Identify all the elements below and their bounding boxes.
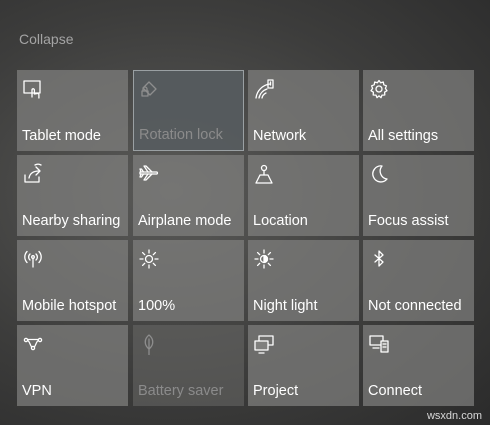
tile-mobile-hotspot[interactable]: Mobile hotspot [17, 240, 128, 321]
collapse-link[interactable]: Collapse [19, 31, 73, 47]
tile-label: Location [253, 213, 308, 229]
tile-label: Not connected [368, 298, 462, 314]
tile-label: Mobile hotspot [22, 298, 117, 314]
airplane-icon [138, 163, 160, 185]
battery-saver-icon [138, 333, 160, 356]
nearby-sharing-icon [22, 163, 44, 185]
tile-all-settings[interactable]: All settings [363, 70, 474, 151]
tile-label: VPN [22, 383, 52, 399]
tile-label: Battery saver [138, 383, 224, 399]
tile-network[interactable]: Network [248, 70, 359, 151]
project-icon [253, 333, 275, 355]
tile-label: Network [253, 128, 307, 144]
location-icon [253, 163, 275, 185]
brightness-icon [138, 248, 160, 270]
tile-tablet-mode[interactable]: Tablet mode [17, 70, 128, 151]
moon-icon [368, 163, 390, 185]
tile-brightness[interactable]: 100% [133, 240, 244, 321]
tile-rotation-lock[interactable]: Rotation lock [133, 70, 244, 151]
tile-label: Project [253, 383, 299, 399]
tile-airplane-mode[interactable]: Airplane mode [133, 155, 244, 236]
tile-label: Focus assist [368, 213, 449, 229]
hotspot-icon [22, 248, 44, 270]
network-icon [253, 78, 275, 100]
quick-actions-grid: Tablet mode Rotation lock Network All se… [17, 70, 474, 420]
tile-connect[interactable]: Connect [363, 325, 474, 406]
tablet-mode-icon [22, 78, 44, 100]
tile-label: Tablet mode [22, 128, 101, 144]
tile-label: 100% [138, 298, 176, 314]
tile-label: Airplane mode [138, 213, 232, 229]
tile-vpn[interactable]: VPN [17, 325, 128, 406]
tile-nearby-sharing[interactable]: Nearby sharing [17, 155, 128, 236]
watermark: wsxdn.com [426, 410, 482, 422]
tile-project[interactable]: Project [248, 325, 359, 406]
tile-label: Rotation lock [139, 127, 223, 143]
tile-night-light[interactable]: Night light [248, 240, 359, 321]
tile-label: Nearby sharing [22, 213, 121, 229]
tile-label: Connect [368, 383, 423, 399]
bluetooth-icon [368, 248, 390, 270]
connect-icon [368, 333, 390, 355]
rotation-lock-icon [139, 79, 161, 101]
tile-label: All settings [368, 128, 439, 144]
tile-battery-saver[interactable]: Battery saver [133, 325, 244, 406]
tile-bluetooth[interactable]: Not connected [363, 240, 474, 321]
vpn-icon [22, 333, 44, 355]
tile-location[interactable]: Location [248, 155, 359, 236]
tile-label: Night light [253, 298, 318, 314]
gear-icon [368, 78, 390, 100]
tile-focus-assist[interactable]: Focus assist [363, 155, 474, 236]
night-light-icon [253, 248, 275, 270]
